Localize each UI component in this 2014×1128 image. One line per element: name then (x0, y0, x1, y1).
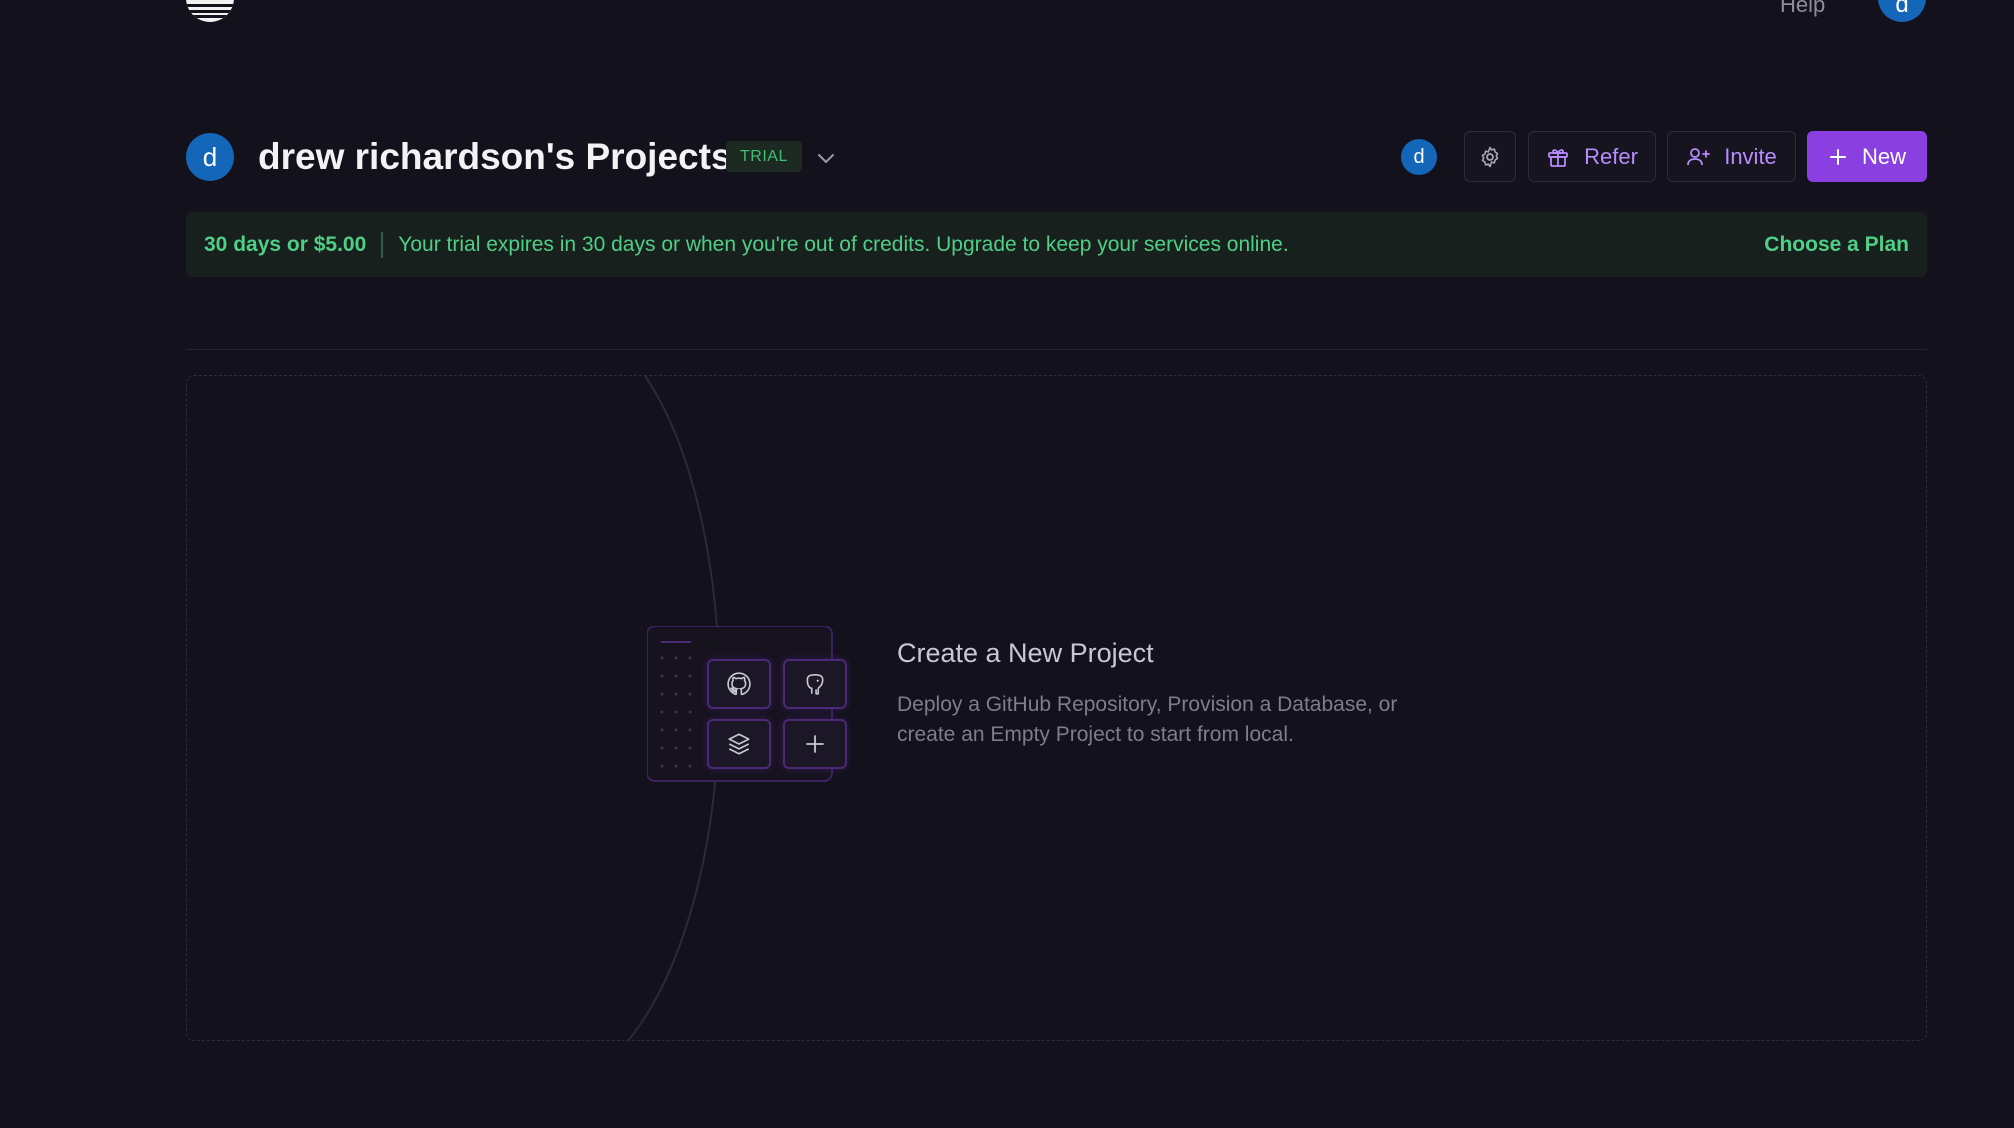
choose-plan-link[interactable]: Choose a Plan (1764, 233, 1909, 257)
plus-icon (1829, 148, 1846, 165)
add-user-icon (1687, 147, 1711, 165)
empty-state-description: Deploy a GitHub Repository, Provision a … (897, 693, 1398, 746)
gift-icon (1548, 148, 1568, 167)
settings-button[interactable] (1464, 131, 1516, 182)
trial-message: Your trial expires in 30 days or when yo… (398, 232, 1289, 256)
new-project-illustration (647, 626, 867, 801)
empty-state-title: Create a New Project (897, 638, 1154, 668)
user-avatar[interactable]: d (1878, 0, 1926, 22)
workspace-dropdown[interactable] (814, 146, 838, 170)
trial-banner: 30 days or $5.00 Your trial expires in 3… (186, 212, 1927, 277)
empty-projects-panel[interactable]: Create a New Project Deploy a GitHub Rep… (186, 375, 1927, 1041)
invite-label: Invite (1724, 143, 1777, 169)
new-label: New (1861, 143, 1906, 169)
trial-amount: 30 days or $5.00 (204, 232, 367, 256)
invite-button[interactable]: Invite (1667, 131, 1796, 182)
workspace-avatar: d (186, 133, 234, 181)
database-tile[interactable] (783, 659, 847, 709)
page-title: drew richardson's Projects (258, 136, 732, 177)
postgres-icon (806, 673, 824, 695)
refer-label: Refer (1584, 143, 1638, 169)
refer-button[interactable]: Refer (1528, 131, 1656, 182)
new-project-button[interactable]: New (1807, 131, 1927, 182)
empty-project-tile[interactable] (707, 719, 771, 769)
gear-icon (1481, 146, 1499, 167)
section-divider (186, 349, 1927, 350)
banner-divider (381, 231, 384, 258)
chevron-down-icon (818, 154, 834, 163)
member-avatar[interactable]: d (1401, 139, 1437, 175)
help-link[interactable]: Help (1780, 0, 1825, 18)
github-tile[interactable] (707, 659, 771, 709)
plus-icon (806, 735, 824, 753)
plan-badge: TRIAL (726, 141, 802, 172)
layers-icon (728, 733, 750, 755)
github-icon (727, 672, 751, 696)
add-tile[interactable] (783, 719, 847, 769)
railway-logo[interactable] (186, 0, 234, 22)
